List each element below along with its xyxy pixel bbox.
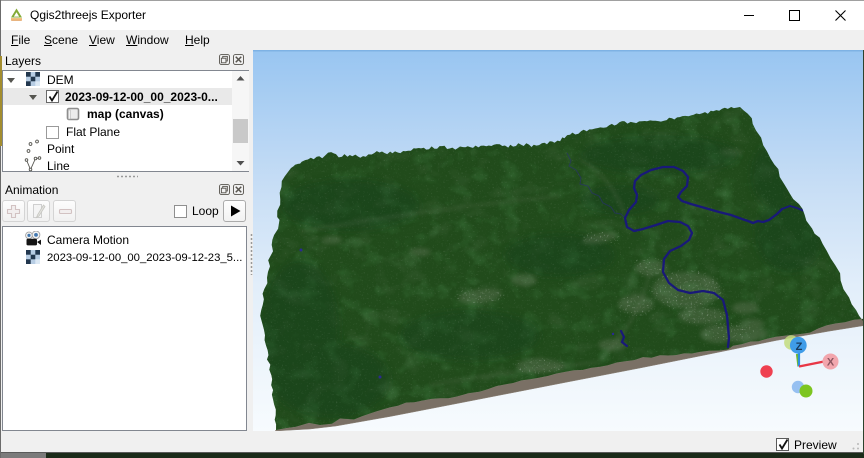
svg-text:Z: Z <box>796 341 803 353</box>
svg-text:X: X <box>827 357 835 369</box>
